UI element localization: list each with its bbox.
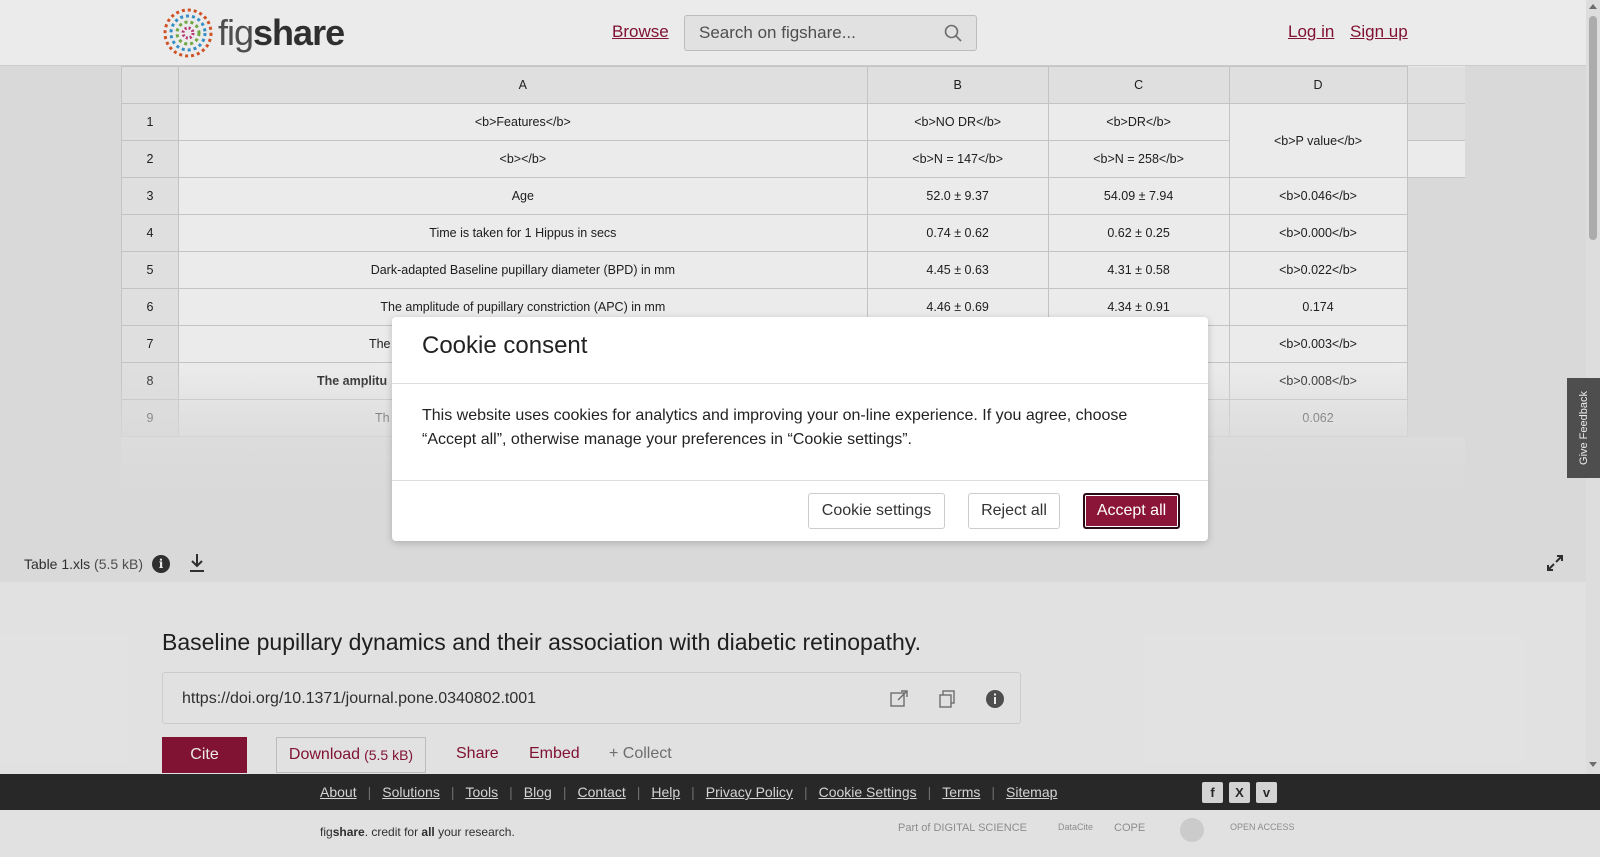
dialog-footer: Cookie settings Reject all Accept all: [392, 481, 1208, 541]
cookie-consent-dialog: Cookie consent This website uses cookies…: [392, 317, 1208, 541]
accept-all-button[interactable]: Accept all: [1083, 493, 1180, 529]
dialog-header: Cookie consent: [392, 317, 1208, 384]
cookie-settings-button[interactable]: Cookie settings: [808, 493, 945, 529]
dialog-title: Cookie consent: [422, 332, 588, 359]
reject-all-button[interactable]: Reject all: [968, 493, 1060, 529]
dialog-body: This website uses cookies for analytics …: [392, 384, 1208, 481]
